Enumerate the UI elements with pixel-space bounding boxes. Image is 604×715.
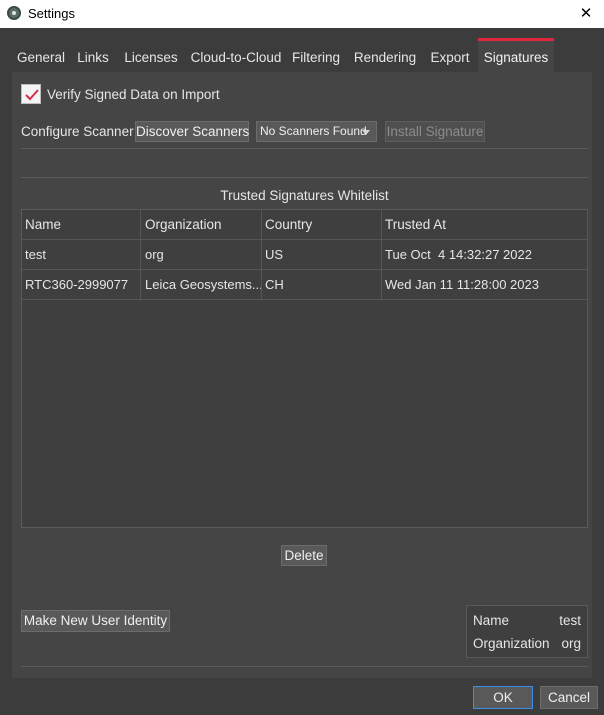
title-bar: Settings ✕ (0, 0, 604, 28)
whitelist-title: Trusted Signatures Whitelist (220, 188, 389, 203)
cancel-button[interactable]: Cancel (540, 686, 598, 709)
table-header: Name Organization Country Trusted At (22, 210, 588, 240)
close-icon[interactable]: ✕ (568, 0, 604, 28)
verify-signed-data-checkbox[interactable] (21, 84, 41, 104)
scanner-select[interactable]: No Scanners Found (256, 121, 377, 142)
checkmark-icon (25, 89, 39, 101)
install-signature-button: Install Signature (385, 121, 485, 142)
cell-name: RTC360-2999077 (22, 270, 141, 300)
identity-name-value: test (559, 613, 581, 628)
tab-rendering[interactable]: Rendering (351, 38, 419, 72)
verify-signed-data-label: Verify Signed Data on Import (47, 87, 220, 102)
make-new-user-identity-button[interactable]: Make New User Identity (21, 610, 170, 632)
divider (21, 148, 588, 149)
identity-name-label: Name (473, 613, 510, 628)
window-title: Settings (28, 6, 75, 21)
tab-cloud-to-cloud[interactable]: Cloud-to-Cloud (184, 38, 288, 72)
trusted-signatures-table[interactable]: Name Organization Country Trusted At tes… (21, 209, 588, 528)
table-row[interactable]: RTC360-2999077 Leica Geosystems... CH We… (22, 270, 588, 300)
identity-organization-value: org (561, 636, 581, 651)
tab-licenses[interactable]: Licenses (118, 38, 184, 72)
identity-organization-label: Organization (473, 636, 550, 651)
cell-name: test (22, 240, 141, 270)
configure-scanner-label: Configure Scanner (21, 124, 134, 139)
column-header-trusted-at[interactable]: Trusted At (382, 210, 588, 240)
user-identity-info: Name test Organization org (466, 605, 588, 658)
column-header-country[interactable]: Country (262, 210, 382, 240)
tab-signatures[interactable]: Signatures (478, 38, 554, 72)
tab-general[interactable]: General (12, 38, 70, 72)
tab-export[interactable]: Export (426, 38, 474, 72)
cell-country: CH (262, 270, 382, 300)
chevron-down-icon (362, 130, 370, 135)
column-header-name[interactable]: Name (22, 210, 141, 240)
discover-scanners-button[interactable]: Discover Scanners (135, 121, 249, 142)
table-row[interactable]: test org US Tue Oct 4 14:32:27 2022 (22, 240, 588, 270)
tab-filtering[interactable]: Filtering (290, 38, 342, 72)
delete-button[interactable]: Delete (281, 545, 327, 566)
app-logo-icon (7, 6, 21, 20)
cell-country: US (262, 240, 382, 270)
divider (21, 177, 588, 178)
divider (21, 666, 588, 667)
tab-bar: General Links Licenses Cloud-to-Cloud Fi… (12, 38, 592, 72)
cell-organization: Leica Geosystems... (142, 270, 262, 300)
cell-organization: org (142, 240, 262, 270)
tab-links[interactable]: Links (72, 38, 114, 72)
ok-button[interactable]: OK (473, 686, 533, 709)
column-header-organization[interactable]: Organization (142, 210, 262, 240)
cell-trusted-at: Tue Oct 4 14:32:27 2022 (382, 240, 588, 270)
cell-trusted-at: Wed Jan 11 11:28:00 2023 (382, 270, 588, 300)
scanner-select-value: No Scanners Found (260, 124, 367, 138)
